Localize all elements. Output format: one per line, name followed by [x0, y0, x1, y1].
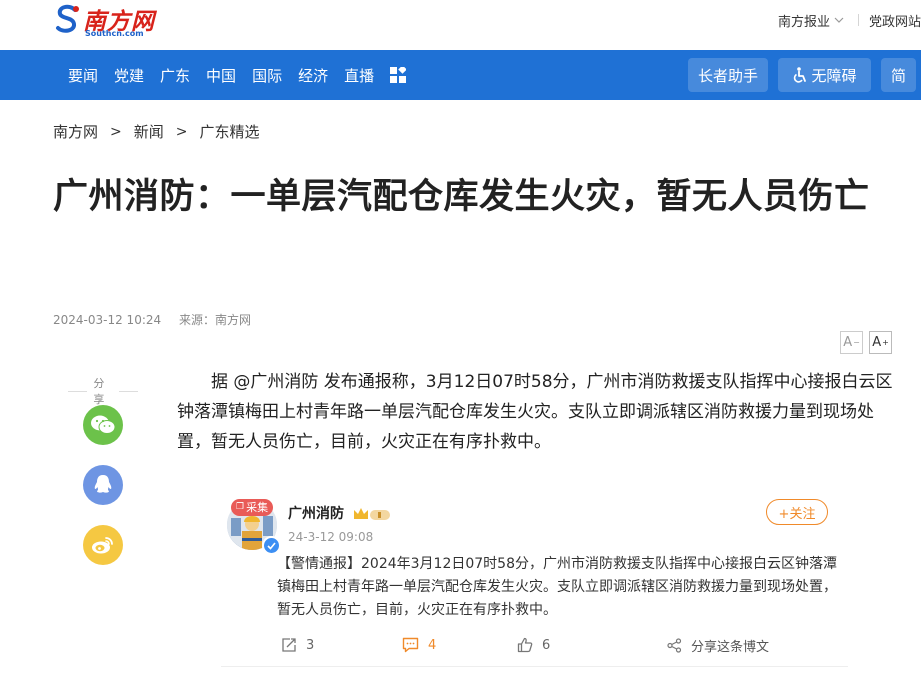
share-panel: 分享: [62, 375, 144, 565]
accessibility-button[interactable]: 无障碍: [778, 58, 871, 92]
top-bar: 南方网 Southcn.com 南方报业 党政网站: [0, 0, 921, 50]
comment-button[interactable]: 4: [402, 633, 436, 657]
share-label: 分享: [93, 377, 105, 406]
site-logo[interactable]: 南方网 Southcn.com: [55, 2, 155, 42]
logo-text-en: Southcn.com: [85, 29, 144, 38]
share-heading: 分享: [62, 375, 144, 407]
weibo-post-time: 24-3-12 09:08: [288, 530, 374, 544]
plus-sign: +: [882, 338, 889, 347]
weibo-action-bar: 3 4 6 分享这条博文: [221, 633, 848, 657]
nanfang-baoye-link[interactable]: 南方报业: [778, 11, 844, 30]
source-link[interactable]: 南方网: [215, 313, 251, 327]
top-links: 南方报业 党政网站: [778, 10, 921, 30]
font-increase-button[interactable]: A +: [869, 331, 892, 354]
simplified-chinese-button[interactable]: 简: [881, 58, 916, 92]
share-post-label: 分享这条博文: [691, 639, 770, 655]
comment-icon: [402, 637, 419, 653]
divider: [857, 14, 859, 26]
breadcrumb: 南方网 > 新闻 > 广东精选: [53, 121, 260, 142]
breadcrumb-separator: >: [110, 123, 122, 140]
qq-icon: [94, 475, 112, 493]
share-icon: [667, 637, 682, 653]
share-post-button[interactable]: 分享这条博文: [667, 633, 769, 657]
share-weibo-button[interactable]: [83, 525, 123, 565]
accessibility-icon: [794, 67, 807, 83]
divider: [68, 390, 88, 392]
chevron-down-icon: [834, 17, 844, 23]
divider: [118, 390, 138, 392]
nav-item-dangjian[interactable]: 党建: [114, 65, 144, 86]
nav-item-zhongguo[interactable]: 中国: [206, 65, 236, 86]
nav-links: 要闻 党建 广东 中国 国际 经济 直播: [68, 50, 407, 100]
weibo-icon: [92, 537, 113, 554]
nav-item-jingji[interactable]: 经济: [298, 65, 328, 86]
nav-item-guoji[interactable]: 国际: [252, 65, 282, 86]
main-nav: 要闻 党建 广东 中国 国际 经济 直播 长者助手 无障碍 简: [0, 50, 921, 100]
follow-label: +关注: [778, 506, 816, 522]
collect-badge[interactable]: ❐ 采集: [231, 499, 274, 516]
verified-icon: [262, 536, 281, 555]
font-decrease-button[interactable]: A −: [840, 331, 863, 354]
collect-label: 采集: [246, 501, 269, 514]
breadcrumb-news[interactable]: 新闻: [134, 121, 164, 142]
nav-item-yaowen[interactable]: 要闻: [68, 65, 98, 86]
simplified-chinese-label: 简: [890, 66, 906, 85]
breadcrumb-guangdong-selected[interactable]: 广东精选: [200, 121, 260, 142]
bookmark-icon: ❐: [236, 502, 245, 512]
accessibility-label: 无障碍: [811, 66, 857, 85]
repost-count: 3: [306, 637, 315, 653]
repost-icon: [282, 638, 296, 652]
nanfang-baoye-label: 南方报业: [777, 14, 830, 30]
breadcrumb-separator: >: [175, 123, 188, 140]
government-sites-link[interactable]: 党政网站: [869, 11, 921, 30]
logo-mark-icon: [56, 4, 79, 33]
elder-mode-button[interactable]: 长者助手: [688, 58, 768, 92]
nav-item-guangdong[interactable]: 广东: [160, 65, 190, 86]
like-count: 6: [542, 637, 551, 653]
article-body: 据 @广州消防 发布通报称，3月12日07时58分，广州市消防救援支队指挥中心接…: [177, 372, 893, 452]
government-sites-label: 党政网站: [868, 14, 921, 30]
share-wechat-button[interactable]: [83, 405, 123, 445]
breadcrumb-home[interactable]: 南方网: [53, 121, 98, 142]
publish-date: 2024-03-12 10:24: [53, 313, 162, 327]
wechat-icon: [91, 415, 116, 434]
article-title: 广州消防：一单层汽配仓库发生火灾，暂无人员伤亡: [53, 177, 870, 217]
weibo-username[interactable]: 广州消防: [288, 503, 344, 523]
comment-count: 4: [428, 637, 437, 653]
follow-button[interactable]: +关注: [766, 499, 828, 525]
source-label: 来源：: [178, 313, 215, 327]
like-button[interactable]: 6: [517, 633, 550, 657]
nav-item-zhibo[interactable]: 直播: [344, 65, 374, 86]
thumbs-up-icon: [517, 637, 533, 653]
divider: [221, 666, 848, 667]
font-decrease-label: A: [843, 335, 853, 350]
minus-sign: −: [853, 338, 860, 347]
vip-crown-icon: [354, 508, 390, 520]
weibo-post-text: 【警情通报】2024年3月12日07时58分，广州市消防救援支队指挥中心接报白云…: [277, 556, 837, 618]
font-increase-label: A: [872, 335, 882, 350]
article-meta: 2024-03-12 10:24 来源：南方网: [53, 311, 251, 328]
repost-button[interactable]: 3: [281, 633, 314, 657]
more-menu-icon[interactable]: [390, 67, 407, 83]
weibo-embed-card: ❐ 采集 广州消防 24-3-12 09:08 +关注 【警情通报】2024年3…: [221, 487, 848, 667]
elder-mode-label: 长者助手: [697, 66, 758, 85]
share-qq-button[interactable]: [83, 465, 123, 505]
